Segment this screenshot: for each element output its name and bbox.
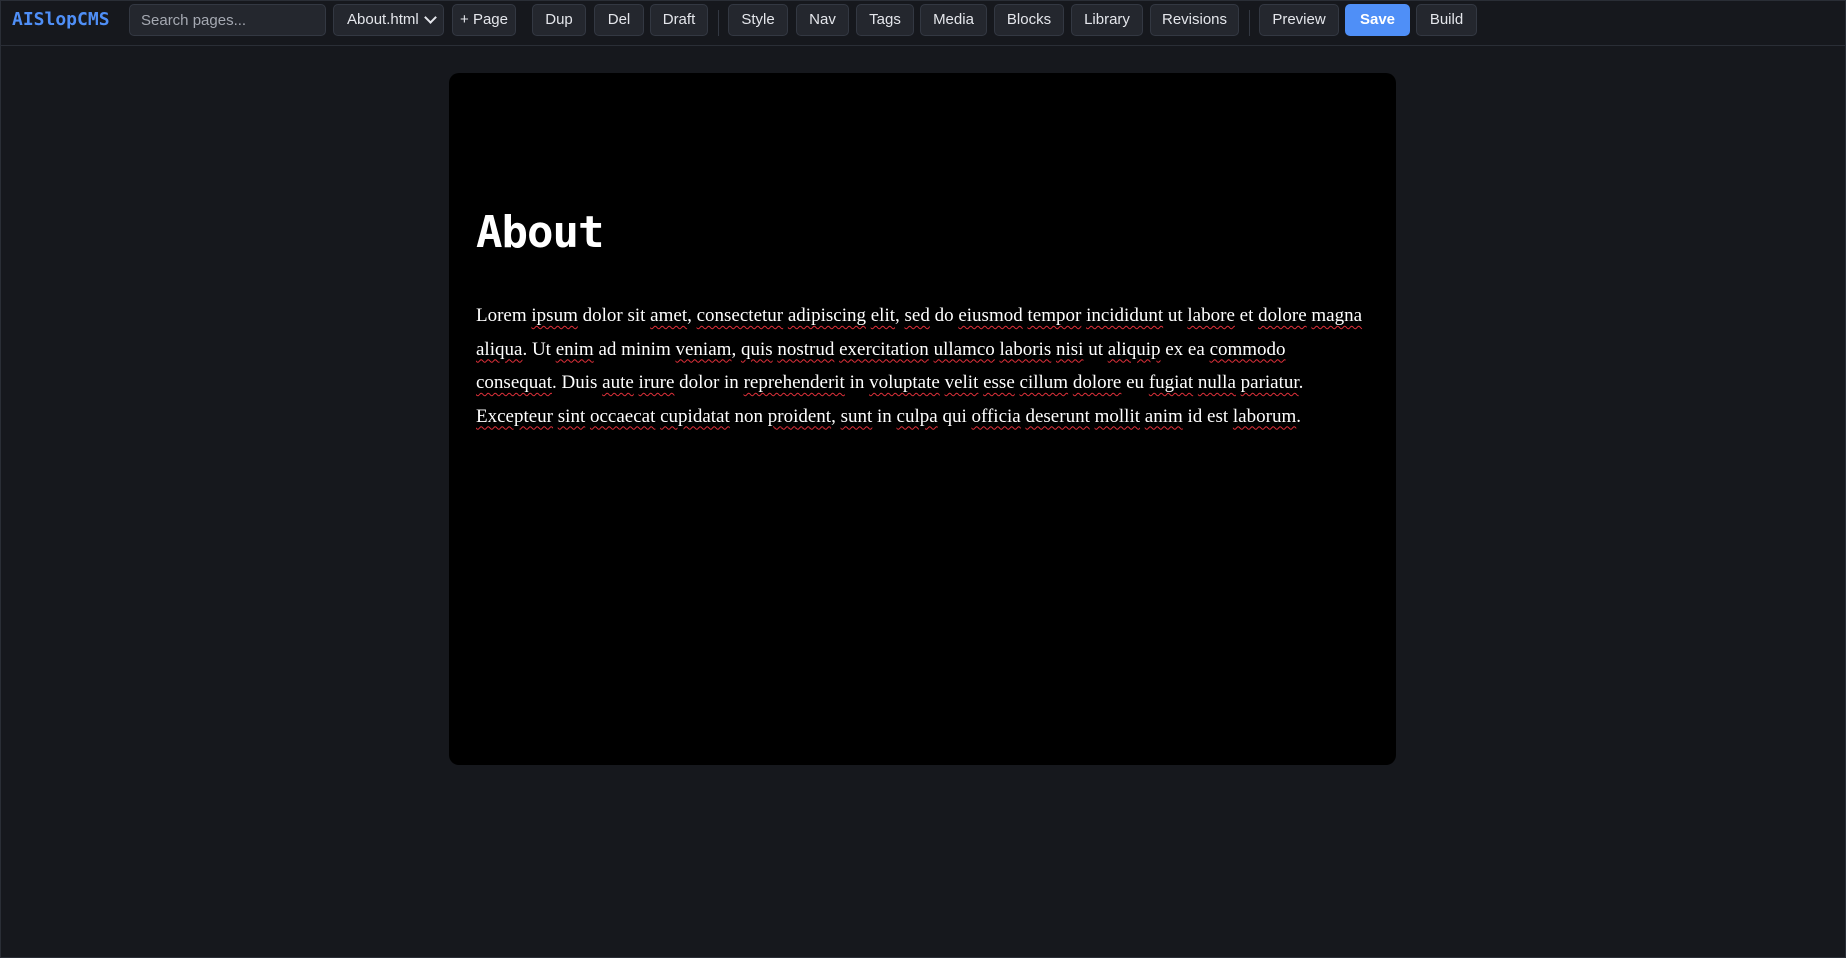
- spellcheck-word: incididunt: [1086, 305, 1164, 326]
- spellcheck-word: anim: [1144, 405, 1183, 427]
- revisions-button[interactable]: Revisions: [1150, 4, 1239, 36]
- spellcheck-word: occaecat: [589, 405, 656, 427]
- spellcheck-word: velit: [944, 372, 979, 393]
- media-button[interactable]: Media: [920, 4, 987, 36]
- toolbar-divider: [718, 10, 719, 36]
- spellcheck-word: tempor: [1027, 305, 1082, 326]
- spellcheck-word: veniam: [675, 338, 732, 360]
- search-input[interactable]: [129, 4, 326, 36]
- spellcheck-word: commodo: [1209, 338, 1286, 360]
- page-body-text[interactable]: Lorem ipsum dolor sit amet, consectetur …: [476, 299, 1366, 433]
- spellcheck-word: irure: [638, 372, 675, 393]
- spellcheck-word: culpa: [896, 405, 938, 427]
- draft-button[interactable]: Draft: [650, 4, 708, 36]
- page-select-value: About.html: [347, 11, 419, 28]
- chevron-down-icon: [424, 11, 437, 24]
- brand-logo[interactable]: AISlopCMS: [12, 9, 110, 31]
- spellcheck-word: nulla: [1197, 372, 1236, 393]
- spellcheck-word: dolore: [1258, 305, 1307, 326]
- library-button[interactable]: Library: [1071, 4, 1143, 36]
- spellcheck-word: mollit: [1094, 405, 1141, 427]
- spellcheck-word: dolore: [1072, 372, 1122, 393]
- spellcheck-word: aute: [602, 372, 634, 393]
- spellcheck-word: proident: [767, 405, 832, 427]
- spellcheck-word: reprehenderit: [743, 372, 845, 393]
- page-title[interactable]: About: [476, 207, 604, 259]
- page-select[interactable]: About.html: [333, 4, 444, 36]
- style-button[interactable]: Style: [728, 4, 788, 36]
- spellcheck-word: labore: [1187, 305, 1235, 326]
- spellcheck-word: sunt: [840, 405, 873, 427]
- spellcheck-word: sint: [557, 405, 586, 427]
- app-window: AISlopCMS About.html + Page Dup Del Draf…: [0, 0, 1846, 958]
- spellcheck-word: sed: [904, 305, 930, 326]
- spellcheck-word: cupidatat: [660, 405, 730, 427]
- spellcheck-word: fugiat: [1148, 372, 1194, 393]
- spellcheck-word: voluptate: [869, 372, 940, 393]
- toolbar: AISlopCMS About.html + Page Dup Del Draf…: [1, 1, 1845, 46]
- spellcheck-word: ipsum: [531, 305, 578, 326]
- spellcheck-word: Excepteur: [476, 405, 554, 427]
- toolbar-divider: [1249, 10, 1250, 36]
- spellcheck-word: laboris: [999, 338, 1052, 360]
- spellcheck-word: quis: [740, 338, 773, 360]
- spellcheck-word: nostrud: [777, 338, 835, 360]
- spellcheck-word: enim: [555, 338, 594, 360]
- editor-canvas[interactable]: About Lorem ipsum dolor sit amet, consec…: [449, 73, 1396, 765]
- spellcheck-word: aliquip: [1107, 338, 1161, 360]
- add-page-button[interactable]: + Page: [452, 4, 516, 36]
- spellcheck-word: cillum: [1019, 372, 1069, 393]
- spellcheck-word: aliqua: [476, 338, 523, 360]
- spellcheck-word: exercitation: [839, 338, 929, 360]
- spellcheck-word: consectetur: [696, 305, 784, 326]
- spellcheck-word: deserunt: [1025, 405, 1090, 427]
- nav-button[interactable]: Nav: [796, 4, 849, 36]
- build-button[interactable]: Build: [1416, 4, 1477, 36]
- spellcheck-word: adipiscing: [787, 305, 866, 326]
- delete-button[interactable]: Del: [594, 4, 644, 36]
- spellcheck-word: esse: [983, 372, 1015, 393]
- preview-button[interactable]: Preview: [1259, 4, 1339, 36]
- blocks-button[interactable]: Blocks: [994, 4, 1064, 36]
- spellcheck-word: pariatur: [1240, 372, 1299, 393]
- duplicate-button[interactable]: Dup: [532, 4, 586, 36]
- spellcheck-word: consequat: [476, 372, 552, 393]
- spellcheck-word: elit: [870, 305, 896, 326]
- tags-button[interactable]: Tags: [856, 4, 914, 36]
- spellcheck-word: ullamco: [933, 338, 995, 360]
- spellcheck-word: nisi: [1055, 338, 1084, 360]
- spellcheck-word: amet: [650, 305, 688, 326]
- spellcheck-word: officia: [971, 405, 1021, 427]
- spellcheck-word: eiusmod: [958, 305, 1023, 326]
- save-button[interactable]: Save: [1345, 4, 1410, 36]
- spellcheck-word: magna: [1311, 305, 1363, 326]
- spellcheck-word: laborum: [1232, 405, 1297, 427]
